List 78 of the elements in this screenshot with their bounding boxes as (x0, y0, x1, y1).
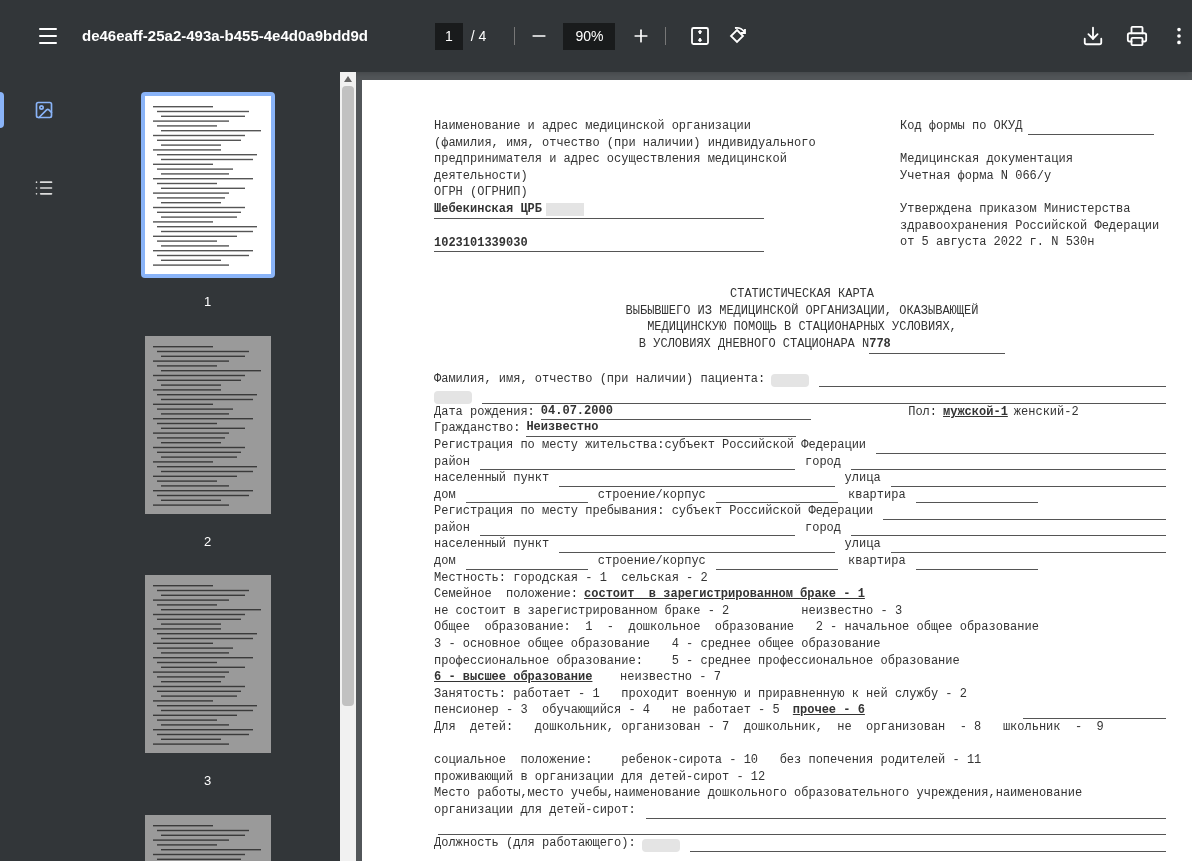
form-text: Регистрация по месту жительства:субъект Российской Федерации (434, 436, 867, 454)
form-text: организации для детей-сирот: (434, 801, 636, 819)
form-title: СТАТИСТИЧЕСКАЯ КАРТА (730, 286, 874, 303)
selected-option: 6 - высшее образование (434, 669, 593, 686)
form-text: Семейное положение: (434, 586, 579, 603)
page-number: 1 (203, 293, 212, 311)
blurred-block (546, 202, 585, 216)
form-text: Утверждена приказом Министерства (900, 200, 1132, 218)
form-text: предпринимателя и адрес осуществления медицинской (434, 151, 788, 168)
fit-page-icon[interactable] (690, 26, 711, 46)
form-text: профессиональное образование: 5 - среднее профессиональное образование (434, 652, 960, 670)
page-number-field[interactable]: 1 (435, 22, 463, 50)
form-text: Занятость: работает - 1 проходит военную и приравненную к ней службу - 2 (434, 685, 967, 703)
page-number: 2 (203, 532, 212, 551)
form-text: Дата рождения: (434, 403, 535, 421)
form-text: Пол: (908, 403, 937, 421)
form-text: Место работы,место учебы,наименование дошкольного образовательного учреждения,наименование (434, 785, 1083, 802)
form-text: Для детей: дошкольник, организован - 7 дошкольник, не организован - 8 школьник - 9 (434, 719, 1104, 736)
form-text: квартира (848, 553, 906, 570)
download-icon[interactable] (1082, 25, 1104, 47)
blurred-block (434, 390, 472, 404)
form-text: от 5 августа 2022 г. N 530н (900, 234, 1096, 251)
page-count: / 4 (470, 26, 487, 46)
thumbnails-icon[interactable] (34, 100, 54, 120)
organization-name: Шебекинская ЦРБ (434, 200, 543, 218)
form-text: улица (844, 470, 881, 487)
form-text: улица (844, 536, 881, 554)
form-text: ОГРН (ОГРНИП) (434, 184, 529, 201)
form-title: МЕДИЦИНСКУЮ ПОМОЩЬ В СТАЦИОНАРНЫХ УСЛОВИЯХ, (647, 319, 957, 336)
form-text: Код формы по ОКУД (900, 118, 1023, 135)
filled-value: 04.07.2000 (540, 402, 811, 421)
form-text: здравоохранения Российской Федерации (900, 217, 1161, 235)
form-text: Учетная форма N 066/у (900, 167, 1053, 185)
form-text: (фамилия, имя, отчество (при наличии) индивидуального (434, 134, 817, 152)
form-text: Должность (для работающего): (434, 835, 636, 852)
form-text: проживающий в организации для детей-сирот - 12 (434, 768, 766, 786)
form-text: строение/корпус (597, 486, 706, 504)
form-text: неизвестно - 7 (619, 669, 721, 686)
form-text: не состоит в зарегистрированном браке - 2 неизвестно - 3 (434, 602, 903, 620)
form-text: район (434, 519, 470, 537)
form-text: квартира (848, 486, 906, 504)
form-text: дом (434, 486, 456, 504)
form-text: город (805, 453, 841, 471)
form-text: Местность: городская - 1 сельская - 2 (434, 569, 708, 587)
filled-value: Неизвестно (526, 419, 797, 437)
form-text: Фамилия, имя, отчество (при наличии) пациента: (434, 370, 766, 388)
form-text: женский-2 (1013, 403, 1079, 421)
form-text: город (805, 519, 841, 537)
scroll-up-icon (344, 76, 352, 82)
blurred-block (771, 374, 810, 388)
form-text: Гражданство: (434, 420, 521, 437)
form-text: населенный пункт (434, 470, 550, 487)
form-text: Регистрация по месту пребывания: субъект Российской Федерации (434, 503, 874, 520)
selected-option: мужской-1 (943, 403, 1008, 421)
form-text: деятельности) (434, 167, 529, 185)
zoom-field[interactable]: 90% (563, 22, 616, 50)
selected-option: прочее - 6 (792, 702, 865, 719)
form-text: Наименование и адрес медицинской организации (434, 118, 752, 135)
scrollbar[interactable] (340, 72, 356, 861)
print-icon[interactable] (1126, 25, 1148, 47)
card-number: 778 (869, 335, 1006, 354)
ogrn-value: 1023101339030 (434, 234, 764, 253)
page-number: 3 (203, 772, 212, 790)
blurred-block (641, 838, 680, 852)
outline-icon[interactable] (34, 178, 54, 198)
selected-option: состоит в зарегистрированном браке - 1 (584, 586, 865, 603)
form-text: пенсионер - 3 обучающийся - 4 не работает - 5 (434, 702, 781, 719)
form-text: Общее образование: 1 - дошкольное образование 2 - начальное общее образование (434, 619, 1039, 637)
form-title: В УСЛОВИЯХ ДНЕВНОГО СТАЦИОНАРА N (638, 335, 870, 353)
form-text: Медицинская документация (900, 151, 1074, 168)
document-title: de46eaff-25a2-493a-b455-4e4d0a9bdd9d (82, 25, 369, 46)
form-text: строение/корпус (597, 553, 706, 570)
form-text: населенный пункт (434, 536, 550, 554)
form-text: 3 - основное общее образование 4 - среднее общее образование (434, 636, 881, 653)
form-text: район (434, 453, 470, 471)
form-text: дом (434, 553, 456, 570)
form-title: ВЫБЫВШЕГО ИЗ МЕДИЦИНСКОЙ ОРГАНИЗАЦИИ, ОКАЗЫВАЮЩЕЙ (625, 302, 979, 320)
form-text: социальное положение: ребенок-сирота - 10 без попечения родителей - 11 (434, 752, 982, 769)
